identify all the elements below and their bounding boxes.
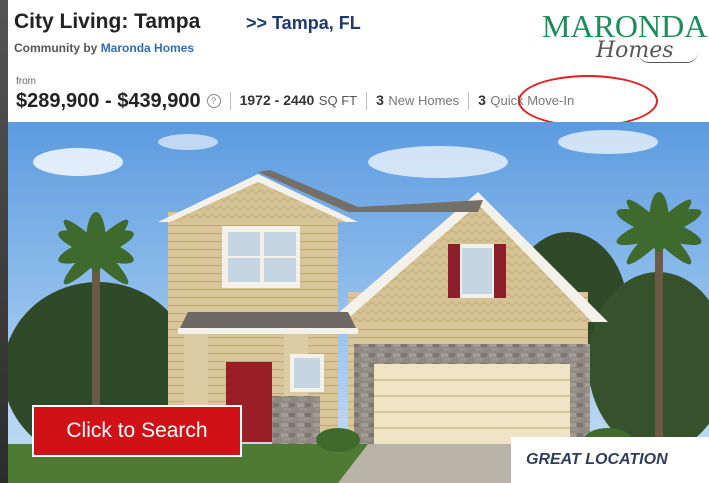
- new-homes-count: 3: [376, 92, 384, 108]
- great-location-banner: GREAT LOCATION: [511, 437, 709, 483]
- stats-row: $289,900 - $439,900 ? 1972 - 2440 SQ FT …: [16, 88, 574, 114]
- new-homes-label: New Homes: [388, 93, 460, 108]
- divider: [229, 92, 231, 110]
- builder-line: Community by Maronda Homes: [14, 41, 194, 55]
- highlight-circle: [518, 75, 658, 127]
- logo-swash: [638, 52, 698, 63]
- click-to-search-button[interactable]: Click to Search: [32, 405, 242, 457]
- from-label: from: [16, 76, 36, 87]
- sqft-value: 1972 - 2440: [239, 92, 315, 108]
- sqft-unit: SQ FT: [318, 93, 358, 108]
- new-homes-stat[interactable]: 3 New Homes: [376, 92, 459, 110]
- maronda-logo[interactable]: MARONDA Homes: [538, 8, 708, 64]
- location-link[interactable]: >> Tampa, FL: [246, 13, 361, 34]
- builder-link[interactable]: Maronda Homes: [101, 41, 194, 55]
- community-card[interactable]: City Living: Tampa >> Tampa, FL Communit…: [8, 0, 709, 483]
- info-icon[interactable]: ?: [206, 94, 221, 108]
- divider: [366, 92, 368, 110]
- divider: [468, 92, 470, 110]
- price-range: $289,900 - $439,900: [16, 89, 201, 112]
- sqft-stat: 1972 - 2440 SQ FT: [240, 92, 357, 110]
- community-prefix: Community by: [14, 41, 98, 55]
- background-edge: [0, 0, 8, 483]
- community-title[interactable]: City Living: Tampa: [14, 10, 200, 34]
- quick-move-in-count: 3: [478, 92, 486, 108]
